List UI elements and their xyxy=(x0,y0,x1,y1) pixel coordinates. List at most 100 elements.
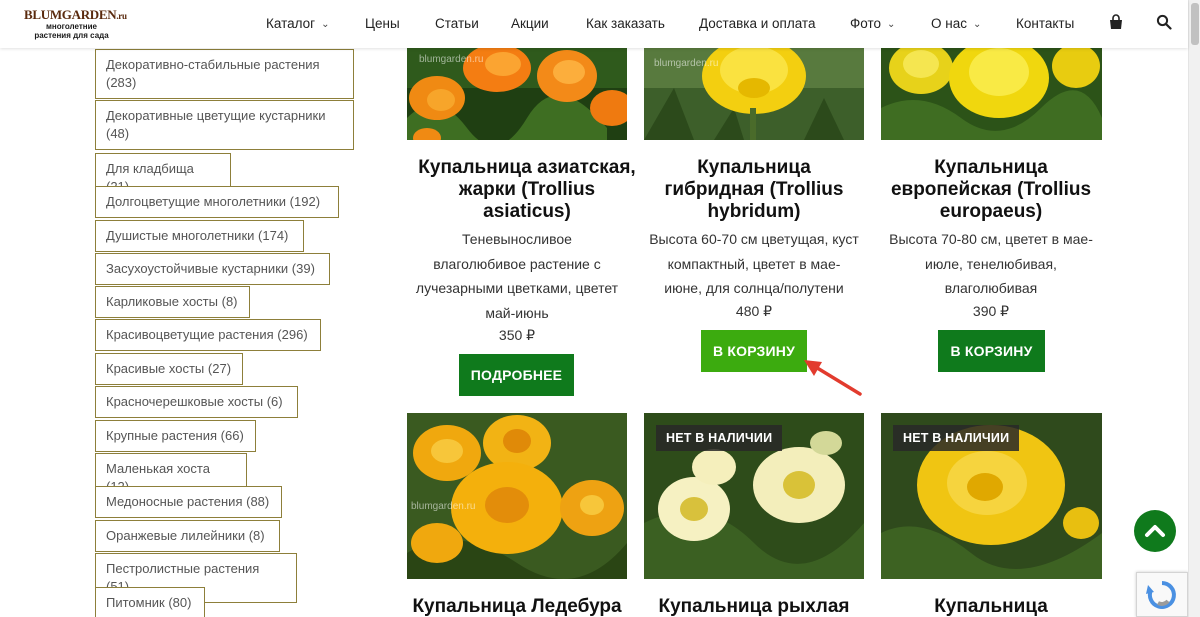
nav-promotions-label: Акции xyxy=(511,16,549,31)
tag-label: Красночерешковые хосты xyxy=(106,394,264,409)
tag-label: Красивоцветущие растения xyxy=(106,327,274,342)
tag-count: (174) xyxy=(258,228,289,243)
out-of-stock-badge: НЕТ В НАЛИЧИИ xyxy=(893,425,1020,451)
product-title[interactable]: Купальница гибридная (Trollius hybridum) xyxy=(630,157,878,223)
tag-item[interactable]: Красивые хосты (27) xyxy=(95,353,243,385)
nav-delivery-payment-label: Доставка и оплата xyxy=(699,16,816,31)
tag-item[interactable]: Красночерешковые хосты (6) xyxy=(95,386,298,418)
product-title[interactable]: Купальница рыхлая xyxy=(630,596,878,617)
photo-watermark: blumgarden.ru xyxy=(411,501,476,512)
nav-photo-label: Фото xyxy=(850,16,882,31)
product-title-line: жарки (Trollius xyxy=(458,179,596,200)
chevron-down-icon: ⌄ xyxy=(972,19,982,30)
chevron-up-icon xyxy=(1145,525,1165,537)
nav-promotions[interactable]: Акции xyxy=(511,16,549,31)
tag-item[interactable]: Оранжевые лилейники (8) xyxy=(95,520,280,552)
nav-how-to-order-label: Как заказать xyxy=(586,16,665,31)
nav-catalog[interactable]: Каталог ⌄ xyxy=(266,16,329,31)
product-description: Теневыносливое влаголюбивое растение с л… xyxy=(393,227,641,325)
tag-item[interactable]: Декоративные цветущие кустарники (48) xyxy=(95,100,354,150)
product-image[interactable] xyxy=(881,48,1102,140)
tag-label: Для кладбища xyxy=(106,161,194,176)
nav-delivery-payment[interactable]: Доставка и оплата xyxy=(699,16,815,31)
photo-watermark: blumgarden.ru xyxy=(419,54,484,65)
product-title-line: Купальница азиатская, xyxy=(418,157,636,178)
tag-count: (88) xyxy=(246,494,270,509)
product-image[interactable]: blumgarden.ru xyxy=(407,413,627,579)
tag-label: Крупные растения xyxy=(106,428,218,443)
product-title[interactable]: Купальница Ледебура xyxy=(393,596,641,617)
product-image[interactable]: blumgarden.ru xyxy=(644,48,864,140)
nav-catalog-label: Каталог xyxy=(266,16,316,31)
cart-icon[interactable] xyxy=(1108,14,1126,32)
tag-count: (27) xyxy=(207,361,232,376)
tag-item[interactable]: Декоративно-стабильные растения (283) xyxy=(95,49,354,99)
tag-label: Пестролистные растения xyxy=(106,561,260,576)
product-description: Высота 70-80 см, цветет в мае- июле, тен… xyxy=(867,227,1115,301)
tag-item[interactable]: Медоносные растения (88) xyxy=(95,486,282,518)
tag-count: (39) xyxy=(291,261,315,276)
tag-label: Оранжевые лилейники xyxy=(106,528,246,543)
product-image[interactable]: blumgarden.ru xyxy=(407,48,627,140)
product-title-line: Купальница рыхлая xyxy=(658,596,850,617)
nav-how-to-order[interactable]: Как заказать xyxy=(586,16,665,31)
product-title-line: Купальница xyxy=(934,596,1048,617)
site-header: BLUMGARDEN.ru многолетние растения для с… xyxy=(0,0,1188,48)
product-title[interactable]: Купальница азиатская, жарки (Trollius as… xyxy=(403,157,651,223)
page-scrollbar[interactable] xyxy=(1188,0,1200,617)
nav-prices[interactable]: Цены xyxy=(365,16,400,31)
product-image[interactable]: НЕТ В НАЛИЧИИ xyxy=(881,413,1102,579)
tag-label: Душистые многолетники xyxy=(106,228,255,243)
tag-count: (8) xyxy=(221,294,238,309)
scroll-to-top-button[interactable] xyxy=(1134,510,1176,552)
product-title[interactable]: Купальница xyxy=(867,596,1115,617)
tag-count: (80) xyxy=(168,595,192,610)
product-description-line: Высота 60-70 см цветущая, куст xyxy=(649,231,859,247)
site-logo[interactable]: BLUMGARDEN.ru многолетние растения для с… xyxy=(24,7,127,40)
nav-about[interactable]: О нас ⌄ xyxy=(931,16,981,31)
tag-label: Питомник xyxy=(106,595,165,610)
product-price: 390 ₽ xyxy=(972,303,1010,319)
tag-item[interactable]: Карликовые хосты (8) xyxy=(95,286,250,318)
add-to-cart-button[interactable]: В КОРЗИНУ xyxy=(701,330,807,372)
nav-photo[interactable]: Фото ⌄ xyxy=(850,16,895,31)
logo-line1: многолетние xyxy=(46,22,97,31)
nav-contacts[interactable]: Контакты xyxy=(1016,16,1074,31)
tag-count: (48) xyxy=(106,126,130,141)
tag-label: Декоративно-стабильные растения xyxy=(106,57,320,72)
tag-item[interactable]: Питомник (80) xyxy=(95,587,205,617)
product-description-line: влаголюбивое растение с xyxy=(433,255,601,272)
product-description-line: июне, для солнца/полутени xyxy=(664,280,844,296)
tag-item[interactable]: Красивоцветущие растения (296) xyxy=(95,319,321,351)
scrollbar-thumb[interactable] xyxy=(1191,3,1199,45)
tag-count: (6) xyxy=(266,394,283,409)
tag-item[interactable]: Душистые многолетники (174) xyxy=(95,220,304,252)
nav-prices-label: Цены xyxy=(365,16,400,31)
nav-about-label: О нас xyxy=(931,16,967,31)
product-title[interactable]: Купальница европейская (Trollius europae… xyxy=(867,157,1115,223)
search-icon[interactable] xyxy=(1156,14,1174,32)
logo-brand: BLUMGARDEN xyxy=(24,7,117,22)
product-title-line: Купальница xyxy=(934,157,1048,178)
tag-label: Карликовые хосты xyxy=(106,294,218,309)
product-description-line: июле, тенелюбивая, xyxy=(925,255,1057,272)
nav-articles-label: Статьи xyxy=(435,16,479,31)
chevron-down-icon: ⌄ xyxy=(321,19,330,30)
tag-item[interactable]: Крупные растения (66) xyxy=(95,420,256,452)
product-title-line: asiaticus) xyxy=(483,201,571,222)
nav-articles[interactable]: Статьи xyxy=(435,16,479,31)
product-image[interactable]: НЕТ В НАЛИЧИИ xyxy=(644,413,864,579)
product-price: 350 ₽ xyxy=(498,327,536,343)
tag-count: (192) xyxy=(289,194,321,209)
details-button[interactable]: ПОДРОБНЕЕ xyxy=(459,354,574,396)
tag-label: Маленькая хоста xyxy=(106,461,210,476)
nav-contacts-label: Контакты xyxy=(1016,16,1075,31)
recaptcha-badge[interactable] xyxy=(1136,572,1188,617)
tag-count: (66) xyxy=(220,428,244,443)
product-description-line: май-июнь xyxy=(485,304,549,321)
recaptcha-icon xyxy=(1146,581,1176,609)
tag-item[interactable]: Засухоустойчивые кустарники (39) xyxy=(95,253,330,285)
photo-watermark: blumgarden.ru xyxy=(654,58,719,69)
tag-item[interactable]: Долгоцветущие многолетники (192) xyxy=(95,186,339,218)
add-to-cart-button[interactable]: В КОРЗИНУ xyxy=(938,330,1045,372)
